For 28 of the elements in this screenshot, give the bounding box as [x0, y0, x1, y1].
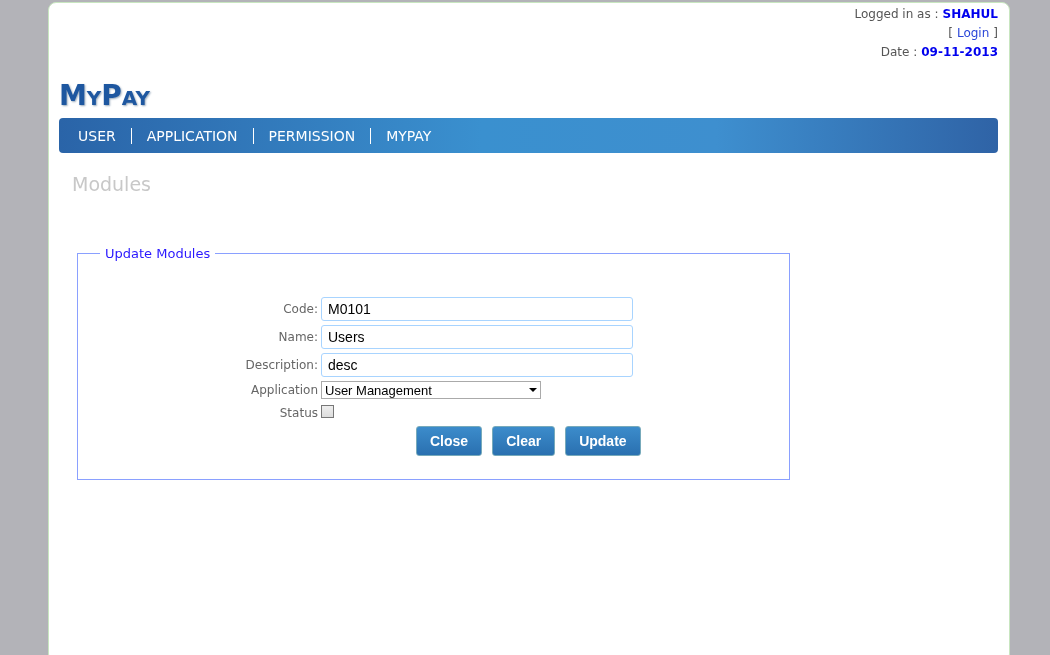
logo: MyPay: [59, 79, 150, 112]
date-label: Date :: [880, 45, 918, 59]
field-label: Code:: [283, 302, 318, 316]
nav-link[interactable]: USER: [63, 127, 131, 144]
user-name: SHAHUL: [942, 7, 998, 21]
field-label: Name:: [278, 330, 318, 344]
field-label: Description:: [245, 358, 318, 372]
login-link[interactable]: Login: [956, 26, 990, 40]
select-value: User Management: [325, 382, 432, 398]
field-label: Application: [250, 383, 318, 397]
nav-link[interactable]: APPLICATION: [130, 127, 253, 144]
nav-link[interactable]: PERMISSION: [252, 127, 371, 144]
form-button[interactable]: Clear: [492, 426, 556, 456]
caret-icon: [529, 388, 537, 392]
application-select[interactable]: User Management: [321, 381, 541, 399]
text-input[interactable]: Users: [321, 325, 633, 349]
field-label: Status: [279, 405, 318, 420]
date-value: 09-11-2013: [921, 45, 998, 59]
logged-in-label: Logged in as :: [854, 7, 939, 21]
fieldset-legend: Update Modules: [100, 246, 216, 261]
bracket-text: ]: [993, 26, 998, 40]
nav-link[interactable]: MYPAY: [370, 127, 447, 144]
bracket-text: [: [948, 26, 953, 40]
status-checkbox[interactable]: [321, 405, 334, 418]
form-button[interactable]: Update: [565, 426, 641, 456]
form-button[interactable]: Close: [416, 426, 483, 456]
text-input[interactable]: M0101: [321, 297, 633, 321]
text-input[interactable]: desc: [321, 353, 633, 377]
